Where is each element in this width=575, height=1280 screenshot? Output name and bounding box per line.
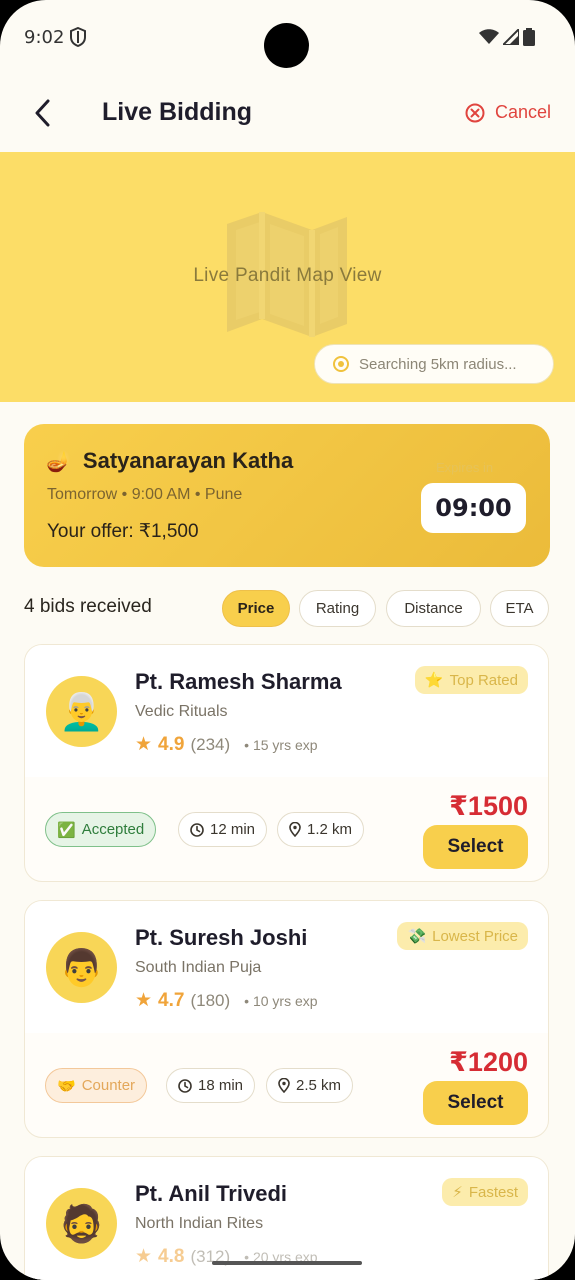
fastest-badge: ⚡ Fastest (442, 1178, 528, 1206)
status-label: Accepted (81, 821, 145, 838)
eta-chip: 12 min (178, 812, 268, 847)
sort-chip-distance[interactable]: Distance (386, 590, 481, 627)
lowest-price-badge: 💸 Lowest Price (397, 922, 528, 950)
pandit-name: Pt. Suresh Joshi (135, 925, 308, 950)
star-icon: ★ (135, 734, 153, 755)
app-header: Live Bidding Cancel (0, 80, 575, 150)
badge-label: Fastest (468, 1183, 518, 1201)
wifi-icon (479, 29, 499, 44)
distance-value: 1.2 km (307, 821, 353, 838)
lightning-badge-icon: ⚡ (452, 1184, 463, 1201)
distance-chip: 2.5 km (266, 1068, 354, 1103)
clock-icon (190, 822, 204, 837)
select-button[interactable]: Select (423, 1081, 528, 1125)
booking-summary-card: 🪔 Satyanarayan Katha Tomorrow • 9:00 AM … (24, 424, 550, 567)
bids-count: 4 bids received (24, 596, 152, 617)
search-radius-pill: Searching 5km radius... (314, 344, 554, 384)
sort-chip-price[interactable]: Price (222, 590, 290, 627)
avatar: 👨 (46, 932, 117, 1003)
booking-title: 🪔 Satyanarayan Katha (46, 448, 293, 474)
review-count: (180) (190, 991, 231, 1010)
badge-label: Lowest Price (432, 927, 518, 945)
select-button[interactable]: Select (423, 825, 528, 869)
experience: • 15 yrs exp (244, 737, 318, 753)
pandit-specialty: Vedic Rituals (135, 703, 228, 720)
distance-value: 2.5 km (296, 1077, 342, 1094)
handshake-icon: 🤝 (57, 1077, 76, 1095)
cancel-label: Cancel (494, 102, 551, 122)
bid-card: 👨 Pt. Suresh Joshi South Indian Puja ★ 4… (24, 900, 549, 1138)
status-time: 9:02 (24, 27, 65, 48)
shield-icon (70, 27, 86, 47)
avatar: 🧔 (46, 1188, 117, 1259)
chevron-left-icon (35, 99, 50, 127)
pandit-specialty: South Indian Puja (135, 959, 262, 976)
badge-label: Top Rated (449, 671, 518, 689)
review-count: (234) (190, 735, 231, 754)
home-indicator[interactable] (212, 1261, 362, 1265)
your-offer: Your offer: ₹1,500 (47, 521, 199, 542)
clock-icon (178, 1078, 192, 1093)
booking-meta: Tomorrow • 9:00 AM • Pune (47, 486, 243, 503)
pandit-rating: ★ 4.7 (180) • 10 yrs exp (135, 989, 318, 1012)
battery-icon (523, 28, 535, 46)
money-badge-icon: 💸 (407, 928, 427, 945)
location-pin-icon (278, 1078, 290, 1093)
page-title: Live Bidding (102, 98, 252, 126)
status-label: Counter (81, 1077, 136, 1094)
close-circle-icon (465, 103, 485, 122)
pandit-name: Pt. Anil Trivedi (135, 1181, 287, 1206)
camera-cutout (264, 23, 309, 68)
puja-name: Satyanarayan Katha (82, 448, 294, 473)
experience: • 10 yrs exp (244, 993, 318, 1009)
status-icons (479, 28, 535, 46)
expires-label: Expires in (436, 460, 494, 475)
avatar: 👨‍🦳 (46, 676, 117, 747)
rating-value: 4.8 (158, 1246, 185, 1267)
star-icon: ★ (135, 990, 153, 1011)
radar-icon (333, 356, 349, 372)
cancel-button[interactable]: Cancel (465, 102, 551, 123)
status-bar: 9:02 (0, 0, 575, 74)
pandit-map-view[interactable]: Live Pandit Map View Searching 5km radiu… (0, 152, 575, 402)
star-icon: ★ (135, 1246, 153, 1267)
sort-chip-eta[interactable]: ETA (490, 590, 549, 627)
bid-card: 👨‍🦳 Pt. Ramesh Sharma Vedic Rituals ★ 4.… (24, 644, 549, 882)
pandit-rating: ★ 4.9 (234) • 15 yrs exp (135, 733, 318, 756)
pandit-specialty: North Indian Rites (135, 1215, 264, 1232)
rating-value: 4.7 (158, 990, 185, 1011)
rating-value: 4.9 (158, 734, 185, 755)
distance-chip: 1.2 km (277, 812, 365, 847)
pandit-name: Pt. Ramesh Sharma (135, 669, 342, 694)
sort-chip-rating[interactable]: Rating (299, 590, 376, 627)
diya-lamp-icon: 🪔 (46, 450, 71, 473)
back-button[interactable] (26, 96, 58, 130)
top-rated-badge: ⭐ Top Rated (414, 666, 528, 694)
star-badge-icon: ⭐ (424, 672, 444, 689)
search-status: Searching 5km radius... (359, 355, 517, 373)
eta-value: 12 min (210, 821, 256, 838)
signal-icon (503, 29, 519, 45)
check-icon: ✅ (57, 821, 76, 839)
map-label: Live Pandit Map View (193, 265, 382, 286)
bid-price: ₹1500 (449, 791, 528, 821)
countdown-timer: 09:00 (421, 483, 526, 533)
eta-chip: 18 min (166, 1068, 256, 1103)
bid-price: ₹1200 (449, 1047, 528, 1077)
status-badge: ✅ Accepted (45, 812, 157, 847)
status-badge: 🤝 Counter (45, 1068, 148, 1103)
phone-screen: 9:02 Live Bidding Cancel Live Pandit Map (0, 0, 575, 1280)
eta-value: 18 min (198, 1077, 244, 1094)
location-pin-icon (289, 822, 301, 837)
